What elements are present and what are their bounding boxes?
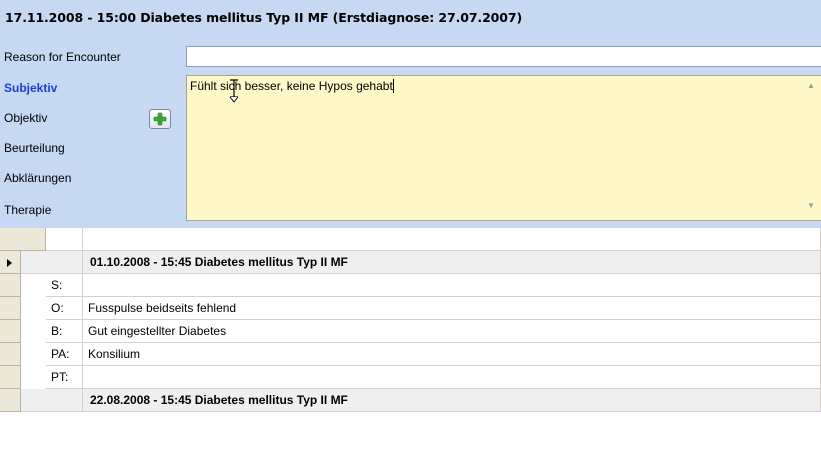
table-row[interactable]: O: Fusspulse beidseits fehlend [0, 297, 821, 320]
group-label-cell [21, 251, 83, 274]
plus-icon [153, 112, 167, 126]
table-row[interactable]: PA: Konsilium [0, 343, 821, 366]
abklaerungen-label[interactable]: Abklärungen [4, 168, 71, 188]
encounter-title: 17.11.2008 - 15:00 Diabetes mellitus Typ… [5, 10, 523, 25]
subjektiv-text: Fühlt sich besser, keine Hypos gehabt [190, 79, 393, 93]
row-selector[interactable] [0, 274, 21, 297]
row-text[interactable]: Fusspulse beidseits fehlend [83, 297, 821, 320]
row-text[interactable]: Gut eingestellter Diabetes [83, 320, 821, 343]
scroll-down-icon[interactable]: ▼ [807, 202, 815, 210]
text-caret [393, 79, 394, 93]
subjektiv-textarea[interactable]: Fühlt sich besser, keine Hypos gehabt ▲ … [186, 75, 821, 221]
textarea-scrollbar[interactable]: ▲ ▼ [805, 76, 817, 220]
encounter-panel: 17.11.2008 - 15:00 Diabetes mellitus Typ… [0, 0, 821, 229]
row-text[interactable] [83, 366, 821, 389]
row-text[interactable]: Konsilium [83, 343, 821, 366]
row-selector[interactable] [0, 320, 21, 343]
history-grid: 01.10.2008 - 15:45 Diabetes mellitus Typ… [0, 228, 821, 459]
group-row[interactable]: 22.08.2008 - 15:45 Diabetes mellitus Typ… [0, 389, 821, 412]
row-label: O: [46, 297, 83, 320]
grid-header-text-col [83, 228, 821, 251]
row-label: S: [46, 274, 83, 297]
grid-header-label-col [46, 228, 83, 251]
row-label: PA: [46, 343, 83, 366]
table-row[interactable]: PT: [0, 366, 821, 389]
triangle-right-icon [7, 259, 12, 267]
row-selector[interactable] [0, 343, 21, 366]
row-label: B: [46, 320, 83, 343]
grid-corner-header [0, 228, 46, 251]
group-row[interactable]: 01.10.2008 - 15:45 Diabetes mellitus Typ… [0, 251, 821, 274]
subjektiv-label[interactable]: Subjektiv [4, 78, 57, 98]
group-title[interactable]: 22.08.2008 - 15:45 Diabetes mellitus Typ… [83, 389, 821, 412]
scroll-up-icon[interactable]: ▲ [807, 82, 815, 90]
row-selector[interactable] [0, 389, 21, 412]
ibeam-cursor-icon [229, 79, 239, 103]
reason-for-encounter-input[interactable] [186, 46, 821, 67]
therapie-label[interactable]: Therapie [4, 200, 51, 220]
row-text[interactable] [83, 274, 821, 297]
group-label-cell [21, 389, 83, 412]
group-title[interactable]: 01.10.2008 - 15:45 Diabetes mellitus Typ… [83, 251, 821, 274]
add-objektiv-button[interactable] [149, 109, 171, 129]
row-selector[interactable] [0, 251, 21, 274]
row-label: PT: [46, 366, 83, 389]
table-row[interactable]: S: [0, 274, 821, 297]
beurteilung-label[interactable]: Beurteilung [4, 138, 65, 158]
reason-for-encounter-label: Reason for Encounter [4, 50, 121, 64]
table-row[interactable]: B: Gut eingestellter Diabetes [0, 320, 821, 343]
row-selector[interactable] [0, 297, 21, 320]
objektiv-label[interactable]: Objektiv [4, 108, 47, 128]
row-selector[interactable] [0, 366, 21, 389]
grid-header-row [0, 228, 821, 251]
